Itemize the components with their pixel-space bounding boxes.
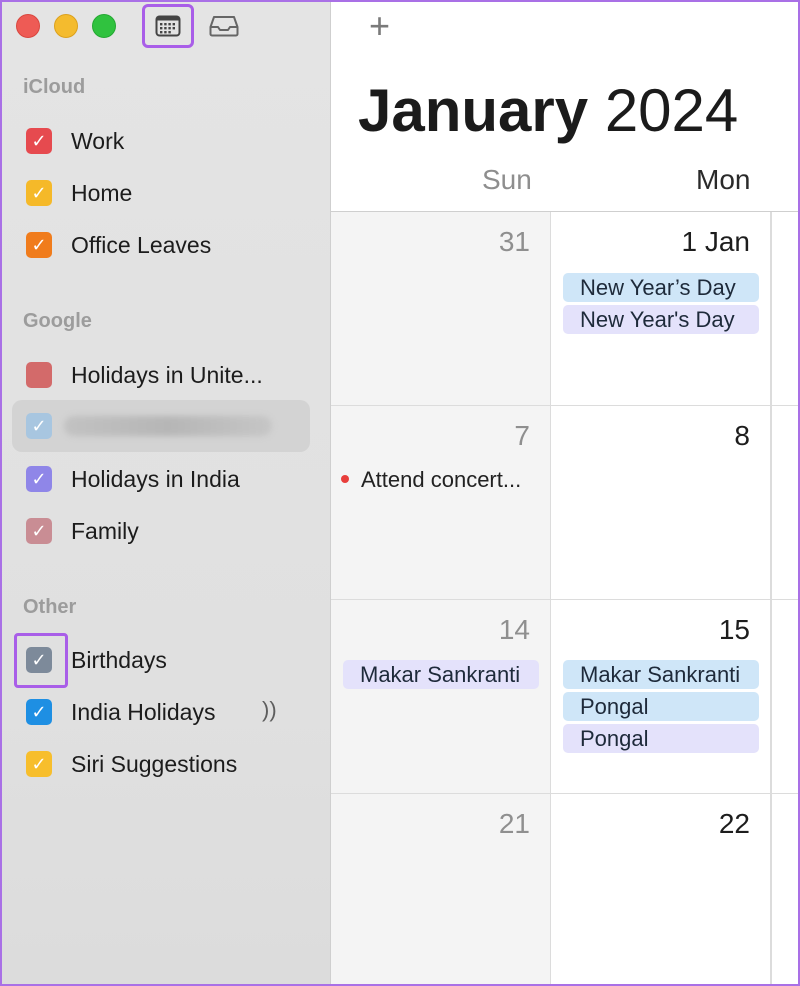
add-event-button[interactable]: + [369,5,390,47]
close-window-button[interactable] [16,14,40,38]
event-dot-icon [341,475,349,484]
calendar-label: Birthdays [71,646,167,673]
calendar-label: India Holidays [71,698,216,725]
checkbox-checked[interactable]: ✓ [26,518,52,544]
day-number: 14 [498,614,530,645]
month-title: January 2024 [358,76,738,145]
month-name: January [358,77,589,144]
day-number: 21 [498,808,530,839]
calendar-icon [155,15,181,37]
checkbox-checked[interactable]: ✓ [26,751,52,777]
event-label: Attend concert... [361,467,522,492]
event-chip[interactable]: Makar Sankranti [563,660,759,689]
day-cell[interactable]: 1 Jan New Year’s Day New Year's Day [551,212,771,406]
calendar-item-siri-suggestions[interactable]: ✓ Siri Suggestions [12,738,310,790]
calendar-label: Holidays in Unite... [71,361,263,388]
checkbox-checked[interactable]: ✓ [26,699,52,725]
event-item[interactable]: Attend concert... [341,467,521,493]
checkbox-checked[interactable]: ✓ [26,232,52,258]
day-cell[interactable]: 22 [551,794,771,986]
event-chip[interactable]: Makar Sankranti [343,660,539,689]
event-chip[interactable]: New Year’s Day [563,273,759,302]
calendar-item-work[interactable]: ✓ Work [12,115,310,167]
day-cell[interactable] [771,600,800,794]
calendar-item-holidays-us[interactable]: Holidays in Unite... [12,349,310,401]
day-cell[interactable]: 31 [331,212,551,406]
day-number: 7 [514,420,530,451]
event-chip[interactable]: Pongal [563,724,759,753]
calendar-item-redacted[interactable]: ✓ [12,400,310,452]
day-cell[interactable]: 21 [331,794,551,986]
calendar-label: Family [71,517,139,544]
inbox-button[interactable] [198,4,250,48]
day-cell[interactable] [771,212,800,406]
section-header-icloud: iCloud [23,76,86,98]
day-cell[interactable] [771,794,800,986]
calendar-label: Work [71,127,125,154]
calendar-label: Office Leaves [71,231,212,258]
calendar-label: Holidays in India [71,465,240,492]
day-number: 31 [498,226,530,257]
day-cell[interactable]: 15 Makar Sankranti Pongal Pongal [551,600,771,794]
minimize-window-button[interactable] [54,14,78,38]
event-chip[interactable]: Pongal [563,692,759,721]
checkbox-checked[interactable]: ✓ [26,466,52,492]
event-chip[interactable]: New Year's Day [563,305,759,334]
zoom-window-button[interactable] [92,14,116,38]
calendar-item-office-leaves[interactable]: ✓ Office Leaves [12,219,310,271]
subscription-broadcast-icon: )) [262,697,277,722]
highlight-annotation [14,633,68,688]
section-header-other: Other [23,596,77,618]
calendar-item-family[interactable]: ✓ Family [12,505,310,557]
calendar-item-home[interactable]: ✓ Home [12,167,310,219]
day-number: 1 Jan [681,226,751,257]
day-cell[interactable]: 7 Attend concert... [331,406,551,600]
calendar-main: + January 2024 Sun Mon 31 1 Jan New Year… [331,0,800,986]
day-number: 15 [718,614,750,645]
calendar-label: Home [71,179,133,206]
checkbox[interactable] [26,362,52,388]
checkbox-checked[interactable]: ✓ [26,180,52,206]
weekday-header-mon: Mon [696,164,751,195]
sidebar: iCloud ✓ Work ✓ Home ✓ Office Leaves Goo… [0,0,331,986]
calendar-label: Siri Suggestions [71,750,238,777]
checkbox-checked[interactable]: ✓ [26,413,52,439]
day-cell[interactable]: 14 Makar Sankranti [331,600,551,794]
calendar-item-holidays-india[interactable]: ✓ Holidays in India [12,453,310,505]
weekday-header-sun: Sun [482,164,532,195]
day-cell[interactable] [771,406,800,600]
inbox-icon [209,16,239,37]
day-cell[interactable]: 8 [551,406,771,600]
checkbox-checked[interactable]: ✓ [26,128,52,154]
calendars-list-button[interactable] [142,4,194,48]
year: 2024 [604,77,739,144]
day-number: 22 [718,808,750,839]
day-number: 8 [734,420,750,451]
redacted-label [64,416,272,436]
section-header-google: Google [23,310,92,332]
